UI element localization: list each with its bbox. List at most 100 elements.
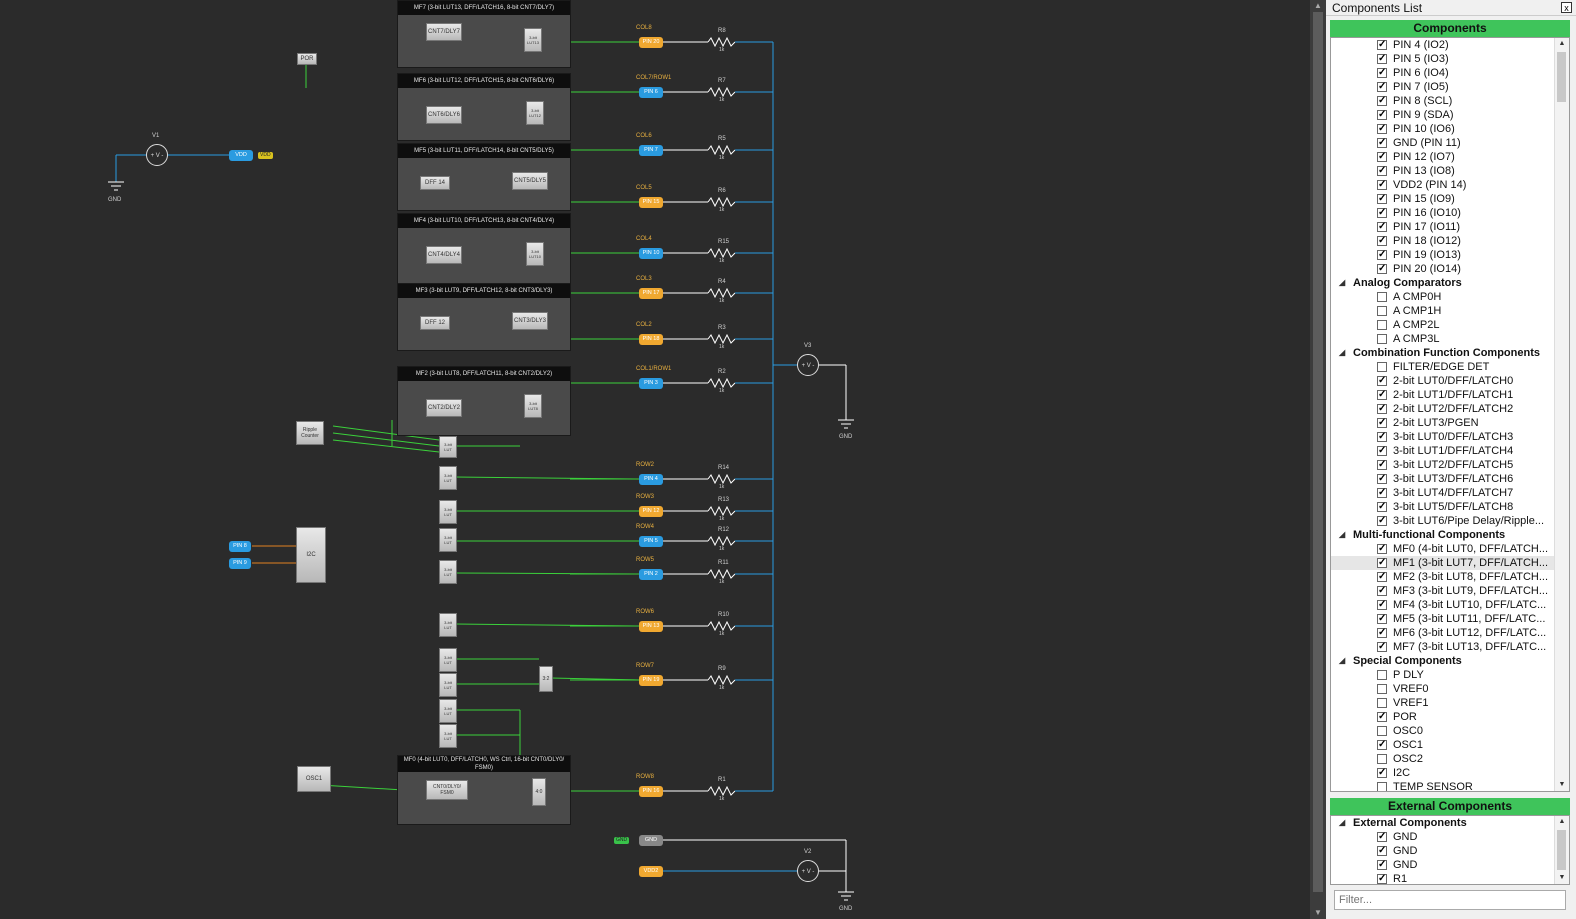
- lut-ripple-out[interactable]: 3-bit LUT: [439, 436, 457, 458]
- visibility-checkbox[interactable]: [1377, 698, 1387, 708]
- comp-item[interactable]: ✓ 2-bit LUT2/DFF/LATCH2: [1331, 402, 1555, 416]
- mf4-block[interactable]: MF4 (3-bit LUT10, DFF/LATCH13, 8-bit CNT…: [397, 213, 571, 285]
- comp-item[interactable]: ✓ MF1 (3-bit LUT7, DFF/LATCH...: [1331, 556, 1555, 570]
- visibility-checkbox[interactable]: ✓: [1377, 860, 1387, 870]
- ext-scroll-down-icon[interactable]: ▼: [1555, 872, 1569, 884]
- schematic-canvas[interactable]: MF7 (3-bit LUT13, DFF/LATCH16, 8-bit CNT…: [0, 0, 1310, 919]
- external-components-header[interactable]: External Components: [1330, 798, 1570, 815]
- mf2-block[interactable]: MF2 (3-bit LUT8, DFF/LATCH11, 8-bit CNT2…: [397, 366, 571, 436]
- comp-item[interactable]: ✓ 2-bit LUT3/PGEN: [1331, 416, 1555, 430]
- visibility-checkbox[interactable]: ✓: [1377, 124, 1387, 134]
- visibility-checkbox[interactable]: [1377, 334, 1387, 344]
- output-pin[interactable]: PIN 12: [639, 506, 663, 517]
- components-tree-scrollbar[interactable]: ▲ ▼: [1554, 38, 1569, 791]
- visibility-checkbox[interactable]: ✓: [1377, 614, 1387, 624]
- v2-source[interactable]: + V -: [797, 860, 819, 882]
- visibility-checkbox[interactable]: [1377, 292, 1387, 302]
- comp-item[interactable]: ✓ MF3 (3-bit LUT9, DFF/LATCH...: [1331, 584, 1555, 598]
- visibility-checkbox[interactable]: ✓: [1377, 250, 1387, 260]
- comp-item[interactable]: ✓ 2-bit LUT0/DFF/LATCH0: [1331, 374, 1555, 388]
- visibility-checkbox[interactable]: [1377, 726, 1387, 736]
- collapse-chevron-icon[interactable]: ◢: [1339, 346, 1349, 360]
- comp-item[interactable]: ✓ 3-bit LUT1/DFF/LATCH4: [1331, 444, 1555, 458]
- mf6-counter-cell[interactable]: CNT6/DLY6: [426, 106, 462, 124]
- visibility-checkbox[interactable]: ✓: [1377, 572, 1387, 582]
- visibility-checkbox[interactable]: ✓: [1377, 558, 1387, 568]
- visibility-checkbox[interactable]: ✓: [1377, 874, 1387, 884]
- mf4-lut-cell[interactable]: 3-bit LUT10: [526, 242, 544, 266]
- comp-item[interactable]: ✓ OSC1: [1331, 738, 1555, 752]
- comp-item[interactable]: ✓ PIN 10 (IO6): [1331, 122, 1555, 136]
- visibility-checkbox[interactable]: ✓: [1377, 586, 1387, 596]
- output-pin[interactable]: PIN 3: [639, 378, 663, 389]
- visibility-checkbox[interactable]: ✓: [1377, 54, 1387, 64]
- lut-row7-a[interactable]: 3-bit LUT: [439, 648, 457, 672]
- comp-item[interactable]: ✓ PIN 8 (SCL): [1331, 94, 1555, 108]
- comp-item[interactable]: ✓ PIN 20 (IO14): [1331, 262, 1555, 276]
- comp-item[interactable]: ✓ MF6 (3-bit LUT12, DFF/LATC...: [1331, 626, 1555, 640]
- ripple-counter[interactable]: Ripple Counter: [296, 421, 324, 445]
- scroll-thumb[interactable]: [1313, 12, 1323, 892]
- output-pin[interactable]: PIN 10: [639, 248, 663, 259]
- comp-item[interactable]: ✓ VDD2 (PIN 14): [1331, 178, 1555, 192]
- collapse-chevron-icon[interactable]: ◢: [1339, 816, 1349, 830]
- collapse-chevron-icon[interactable]: ◢: [1339, 654, 1349, 668]
- visibility-checkbox[interactable]: ✓: [1377, 96, 1387, 106]
- comp-item[interactable]: ✓ PIN 18 (IO12): [1331, 234, 1555, 248]
- mf0-mux-cell[interactable]: 4:0: [532, 778, 546, 806]
- lut-row7-b[interactable]: 3-bit LUT: [439, 673, 457, 697]
- v1-source[interactable]: + V -: [146, 144, 168, 166]
- close-icon[interactable]: x: [1561, 2, 1572, 13]
- ext-item[interactable]: ✓ GND: [1331, 858, 1555, 872]
- collapse-chevron-icon[interactable]: ◢: [1339, 276, 1349, 290]
- ext-item[interactable]: ✓ GND: [1331, 844, 1555, 858]
- visibility-checkbox[interactable]: ✓: [1377, 516, 1387, 526]
- visibility-checkbox[interactable]: ✓: [1377, 194, 1387, 204]
- mf6-lut-cell[interactable]: 3-bit LUT12: [526, 101, 544, 125]
- tree-scroll-thumb[interactable]: [1557, 52, 1566, 102]
- ext-scroll-up-icon[interactable]: ▲: [1555, 816, 1569, 828]
- external-components-tree[interactable]: ◢ External Components ✓ GND ✓ GND ✓ GND ✓ R1 ▲ ▼: [1330, 815, 1570, 885]
- lut-row5[interactable]: 3-bit LUT: [439, 560, 457, 584]
- por-block[interactable]: POR: [297, 53, 317, 65]
- visibility-checkbox[interactable]: ✓: [1377, 432, 1387, 442]
- comp-item[interactable]: VREF1: [1331, 696, 1555, 710]
- output-pin[interactable]: PIN 6: [639, 87, 663, 98]
- comp-item[interactable]: ✓ MF0 (4-bit LUT0, DFF/LATCH...: [1331, 542, 1555, 556]
- mf6-block[interactable]: MF6 (3-bit LUT12, DFF/LATCH15, 8-bit CNT…: [397, 73, 571, 141]
- comp-item[interactable]: ✓ MF5 (3-bit LUT11, DFF/LATC...: [1331, 612, 1555, 626]
- v3-source[interactable]: + V -: [797, 354, 819, 376]
- comp-item[interactable]: ✓ POR: [1331, 710, 1555, 724]
- output-pin[interactable]: PIN 17: [639, 288, 663, 299]
- comp-item[interactable]: OSC0: [1331, 724, 1555, 738]
- visibility-checkbox[interactable]: [1377, 754, 1387, 764]
- pin8-io[interactable]: PIN 8: [229, 541, 251, 552]
- components-header[interactable]: Components: [1330, 20, 1570, 37]
- comp-item[interactable]: FILTER/EDGE DET: [1331, 360, 1555, 374]
- mf3-block[interactable]: MF3 (3-bit LUT9, DFF/LATCH12, 8-bit CNT3…: [397, 283, 571, 351]
- comp-item[interactable]: ✓ MF7 (3-bit LUT13, DFF/LATC...: [1331, 640, 1555, 654]
- comp-item[interactable]: ✓ MF4 (3-bit LUT10, DFF/LATC...: [1331, 598, 1555, 612]
- mf0-counter-cell[interactable]: CNT0/DLY0/ FSM0: [426, 780, 468, 800]
- mf2-counter-cell[interactable]: CNT2/DLY2: [426, 399, 462, 417]
- mf7-block[interactable]: MF7 (3-bit LUT13, DFF/LATCH16, 8-bit CNT…: [397, 0, 571, 68]
- comp-item[interactable]: ✓ PIN 12 (IO7): [1331, 150, 1555, 164]
- comp-item[interactable]: ✓ GND (PIN 11): [1331, 136, 1555, 150]
- comp-item[interactable]: ✓ PIN 17 (IO11): [1331, 220, 1555, 234]
- lut-row6[interactable]: 3-bit LUT: [439, 613, 457, 637]
- comp-item[interactable]: ✓ 3-bit LUT3/DFF/LATCH6: [1331, 472, 1555, 486]
- mf4-counter-cell[interactable]: CNT4/DLY4: [426, 246, 462, 264]
- scroll-up-icon[interactable]: ▲: [1310, 0, 1326, 12]
- comp-item[interactable]: A CMP3L: [1331, 332, 1555, 346]
- comp-group[interactable]: ◢ Multi-functional Components: [1331, 528, 1555, 542]
- comp-item[interactable]: ✓ PIN 5 (IO3): [1331, 52, 1555, 66]
- lut-row4[interactable]: 3-bit LUT: [439, 528, 457, 552]
- output-pin[interactable]: PIN 19: [639, 675, 663, 686]
- visibility-checkbox[interactable]: [1377, 306, 1387, 316]
- vdd-pin[interactable]: VDD: [229, 150, 253, 161]
- ext-scroll-thumb[interactable]: [1557, 830, 1566, 870]
- comp-item[interactable]: P DLY: [1331, 668, 1555, 682]
- mf7-lut-cell[interactable]: 3-bit LUT13: [524, 28, 542, 52]
- visibility-checkbox[interactable]: [1377, 782, 1387, 791]
- canvas-scrollbar[interactable]: ▲ ▼: [1310, 0, 1326, 919]
